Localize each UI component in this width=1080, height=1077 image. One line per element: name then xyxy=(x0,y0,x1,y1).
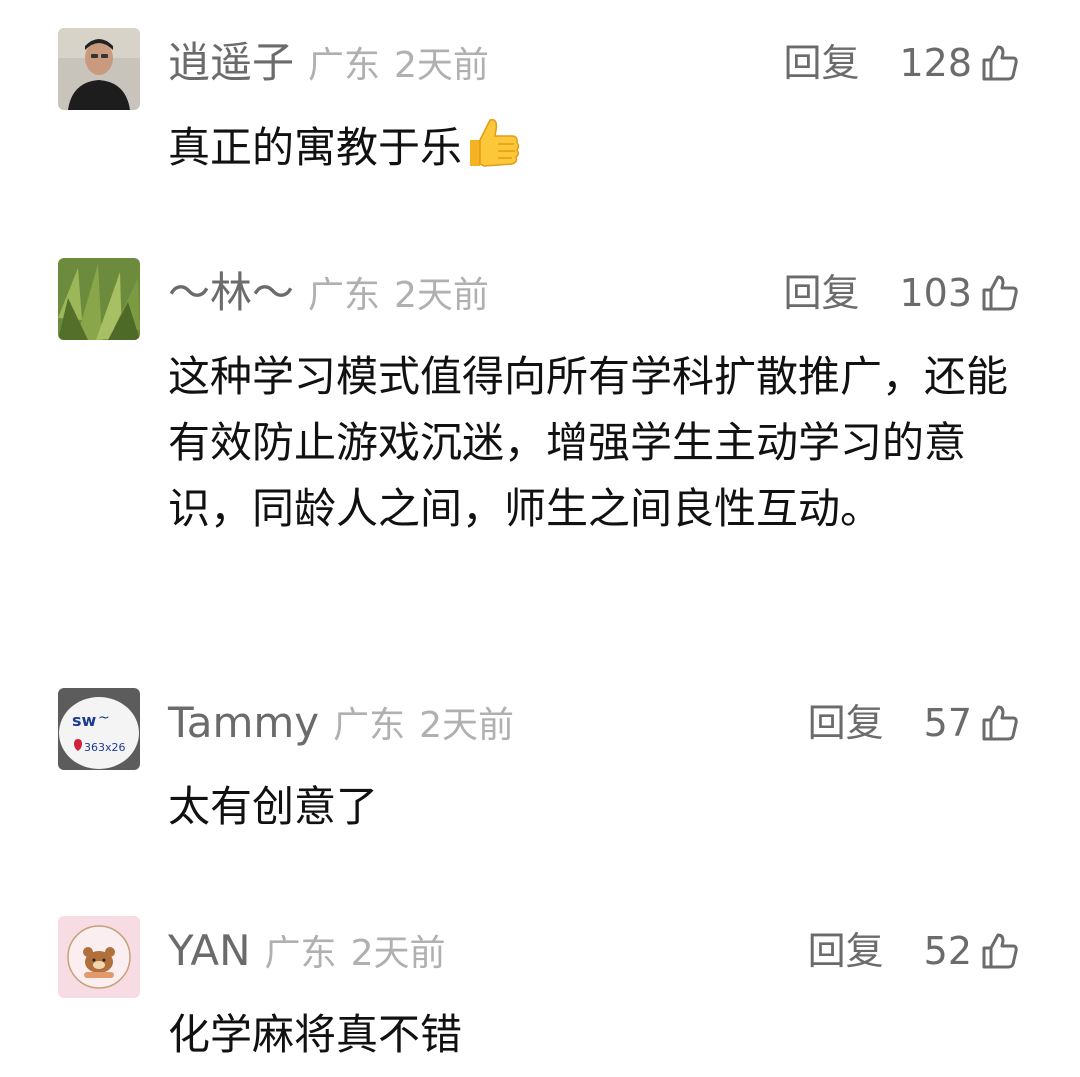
avatar[interactable] xyxy=(58,916,140,998)
avatar[interactable] xyxy=(58,258,140,340)
thumbs-up-outline-icon xyxy=(982,705,1018,741)
location-label: 广东 xyxy=(308,275,381,316)
location-label: 广东 xyxy=(308,45,381,86)
comment-actions: 回复 52 xyxy=(808,926,1020,976)
comment-actions: 回复 57 xyxy=(808,698,1020,748)
username[interactable]: YAN xyxy=(168,926,251,975)
like-count: 128 xyxy=(899,41,972,85)
like-count: 52 xyxy=(923,929,972,973)
like-button[interactable]: 128 xyxy=(899,38,1020,88)
avatar-image xyxy=(58,916,140,998)
comment-text: 真正的寓教于乐 xyxy=(168,123,463,172)
comment-meta: YAN 广东 2天前 xyxy=(168,926,445,976)
timestamp: 2天前 xyxy=(419,705,515,746)
timestamp: 2天前 xyxy=(394,45,489,86)
thumbs-up-emoji-icon xyxy=(464,114,522,191)
username[interactable]: 逍遥子 xyxy=(168,38,294,87)
svg-text:sw: sw xyxy=(72,711,97,730)
like-button[interactable]: 52 xyxy=(924,926,1020,976)
reply-button[interactable]: 回复 xyxy=(808,926,884,976)
reply-button[interactable]: 回复 xyxy=(808,698,884,748)
username[interactable]: ～林～ xyxy=(168,268,294,317)
thumbs-up-outline-icon xyxy=(982,45,1018,81)
comment-text: 化学麻将真不错 xyxy=(168,1010,463,1059)
like-button[interactable]: 103 xyxy=(899,268,1020,318)
comment-text-wrap: 真正的寓教于乐 xyxy=(168,114,1028,191)
timestamp: 2天前 xyxy=(394,275,489,316)
like-count: 57 xyxy=(923,701,972,745)
reply-button[interactable]: 回复 xyxy=(783,38,859,88)
avatar[interactable] xyxy=(58,28,140,110)
comment-meta: Tammy 广东 2天前 xyxy=(168,698,514,748)
comment-text: 太有创意了 xyxy=(168,782,379,831)
timestamp: 2天前 xyxy=(350,933,446,974)
comment-meta: ～林～ 广东 2天前 xyxy=(168,268,489,318)
reply-button[interactable]: 回复 xyxy=(783,268,859,318)
location-label: 广东 xyxy=(264,933,337,974)
like-button[interactable]: 57 xyxy=(924,698,1020,748)
comment-actions: 回复 128 xyxy=(783,38,1020,88)
username[interactable]: Tammy xyxy=(168,698,319,747)
comment-text: 这种学习模式值得向所有学科扩散推广，还能有效防止游戏沉迷，增强学生主动学习的意识… xyxy=(168,352,1009,533)
avatar-image: sw ~ 363x26 xyxy=(58,688,140,770)
svg-text:~: ~ xyxy=(98,710,110,726)
thumbs-up-outline-icon xyxy=(982,275,1018,311)
svg-text:363x26: 363x26 xyxy=(84,741,126,754)
comment-meta: 逍遥子 广东 2天前 xyxy=(168,38,489,88)
comment-actions: 回复 103 xyxy=(783,268,1020,318)
avatar-image xyxy=(58,258,140,340)
thumbs-up-outline-icon xyxy=(982,933,1018,969)
avatar[interactable]: sw ~ 363x26 xyxy=(58,688,140,770)
avatar-image xyxy=(58,28,140,110)
like-count: 103 xyxy=(899,271,972,315)
location-label: 广东 xyxy=(333,705,406,746)
